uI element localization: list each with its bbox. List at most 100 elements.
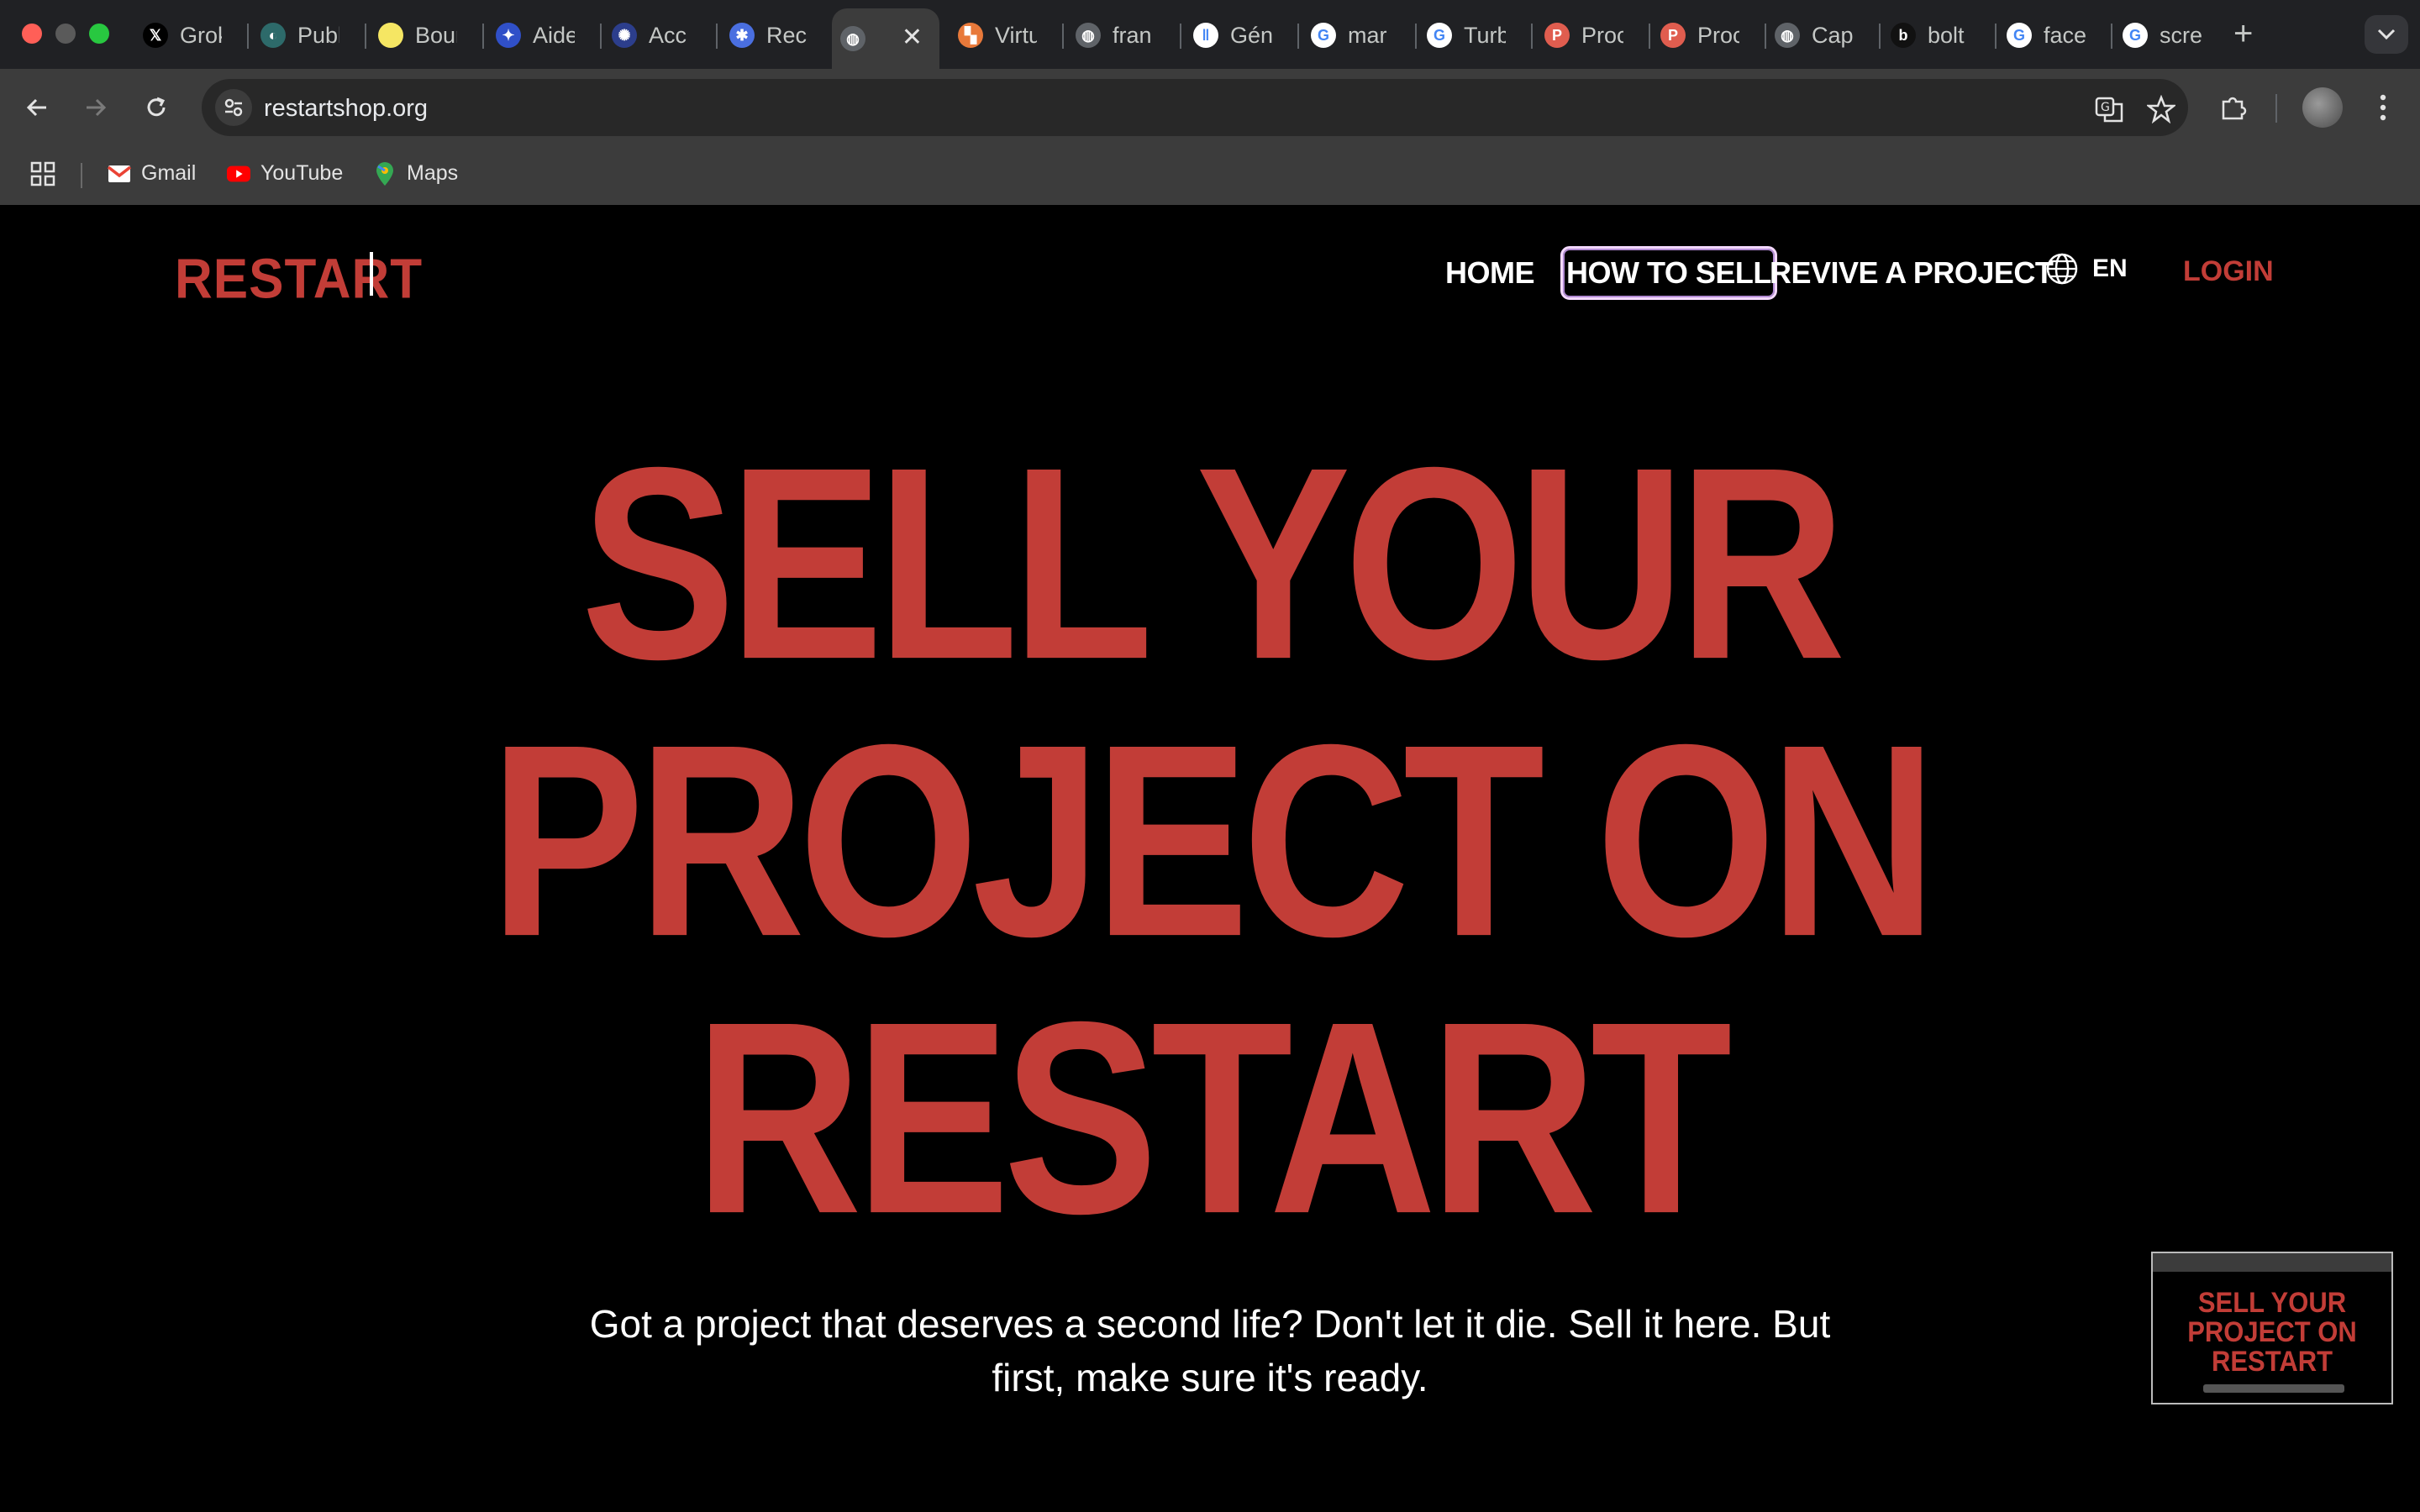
acc-icon: ✺ [612, 23, 637, 48]
back-arrow-icon [26, 98, 46, 117]
maps-icon [373, 161, 397, 186]
minimize-window-button[interactable] [55, 24, 76, 44]
tab-title: Rec [766, 22, 808, 48]
kebab-menu-icon [2380, 94, 2386, 121]
tab-title: Grok [180, 22, 222, 48]
browser-tab[interactable]: Boun [370, 12, 479, 59]
apps-grid-icon [30, 161, 55, 186]
globe-icon [2046, 253, 2078, 285]
tab-title: scre [2160, 22, 2202, 48]
browser-tab[interactable]: Gscre [2114, 12, 2223, 59]
translate-icon[interactable]: G [2092, 92, 2126, 126]
puzzle-icon [2222, 97, 2247, 120]
browser-tab[interactable]: ◐ Publ [252, 12, 361, 59]
p-icon: P [1660, 23, 1686, 48]
chevron-down-icon [2377, 29, 2396, 40]
bookmarks-bar: Gmail YouTube Maps [0, 146, 2420, 205]
maximize-window-button[interactable] [89, 24, 109, 44]
browser-tab[interactable]: ◍ Cap [1766, 12, 1876, 59]
browser-tab[interactable]: G Turb [1418, 12, 1528, 59]
tab-separator [1649, 24, 1650, 49]
thumbnail-browser-bar [2153, 1253, 2391, 1272]
browser-tab[interactable]: ◍ fran [1067, 12, 1176, 59]
nav-how-to-sell[interactable]: HOW TO SELL [1560, 246, 1777, 300]
browser-tab[interactable]: Gmar [1302, 12, 1412, 59]
tab-title: Virtu [995, 22, 1037, 48]
browser-tab[interactable]: ✱ Rec [721, 12, 823, 59]
google-icon: G [2123, 23, 2148, 48]
tab-title: Boun [415, 22, 457, 48]
publ-icon: ◐ [260, 23, 286, 48]
browser-tab[interactable]: ✺ Acc [603, 12, 713, 59]
extensions-button[interactable] [2213, 87, 2254, 128]
globe-icon: ◍ [1775, 23, 1800, 48]
tab-separator [1531, 24, 1533, 49]
tab-separator [1297, 24, 1299, 49]
browser-tab[interactable]: ▚ Virtu [950, 12, 1059, 59]
browser-toolbar: restartshop.org G [0, 69, 2420, 146]
tab-separator [600, 24, 602, 49]
tab-title: Acc [649, 22, 687, 48]
thumbnail-line: PROJECT ON [2187, 1315, 2357, 1348]
hero-subtitle: Got a project that deserves a second lif… [589, 1302, 1831, 1399]
bookmark-label: YouTube [260, 161, 344, 185]
browser-tab[interactable]: P Proc [1536, 12, 1645, 59]
reload-button[interactable] [136, 87, 176, 128]
bookmark-label: Maps [407, 161, 459, 185]
tab-title: Publ [297, 22, 339, 48]
page-content: RESTART HOME HOW TO SELL REVIVE A PROJEC… [0, 205, 2420, 1512]
bookmark-gmail[interactable]: Gmail [108, 161, 196, 186]
tab-separator [1879, 24, 1881, 49]
language-code: EN [2092, 255, 2128, 282]
close-window-button[interactable] [22, 24, 42, 44]
apps-grid-button[interactable] [30, 161, 55, 186]
toolbar-divider [2275, 94, 2277, 123]
browser-tab[interactable]: ◍ ✕ [832, 8, 939, 69]
x-icon: 𝕏 [143, 23, 168, 48]
tab-separator [1415, 24, 1417, 49]
tab-separator [2111, 24, 2112, 49]
gmail-icon [108, 162, 131, 186]
close-tab-icon[interactable]: ✕ [902, 25, 923, 50]
back-button[interactable] [17, 87, 57, 128]
address-bar[interactable]: restartshop.org G [202, 79, 2188, 136]
tab-search-button[interactable] [2365, 15, 2408, 54]
nav-home[interactable]: HOME [1445, 255, 1535, 291]
youtube-icon [227, 162, 250, 186]
thumbnail-subtitle [2203, 1384, 2344, 1393]
tab-title: Cap [1812, 22, 1854, 48]
browser-tab[interactable]: ✦ Aide [487, 12, 597, 59]
bookmark-maps[interactable]: Maps [373, 161, 458, 186]
site-settings-icon[interactable] [215, 89, 252, 126]
language-selector[interactable]: EN [2045, 252, 2128, 286]
browser-tab[interactable]: b bolt [1882, 12, 1991, 59]
virtu-icon: ▚ [958, 23, 983, 48]
bookmark-star-icon[interactable] [2144, 92, 2178, 126]
tab-separator [247, 24, 249, 49]
thumbnail-line: SELL YOUR [2197, 1286, 2347, 1319]
rec-icon: ✱ [729, 23, 755, 48]
login-link[interactable]: LOGIN [2183, 255, 2274, 288]
tab-title: bolt [1928, 22, 1965, 48]
globe-icon: ◍ [840, 26, 865, 51]
tab-title: fran [1113, 22, 1152, 48]
browser-tab[interactable]: 𝕏 Grok [134, 12, 244, 59]
browser-menu-button[interactable] [2363, 87, 2403, 128]
forward-button[interactable] [76, 87, 116, 128]
nav-revive-a-project[interactable]: REVIVE A PROJECT [1770, 255, 2054, 291]
new-tab-button[interactable]: + [2233, 17, 2253, 50]
tab-title: Gén [1230, 22, 1272, 48]
browser-tab[interactable]: P Proc [1652, 12, 1761, 59]
tab-title: Turb [1464, 22, 1506, 48]
tab-separator [482, 24, 484, 49]
url-text[interactable]: restartshop.org [264, 95, 428, 123]
browser-tab[interactable]: ‖ Gén [1185, 12, 1294, 59]
screenshot-thumbnail-preview[interactable]: SELL YOUR PROJECT ON RESTART [2151, 1252, 2393, 1404]
browser-tab[interactable]: Gface [1998, 12, 2107, 59]
pause-icon: ‖ [1193, 23, 1218, 48]
profile-avatar[interactable] [2302, 87, 2343, 128]
bookmark-youtube[interactable]: YouTube [227, 161, 343, 186]
site-logo[interactable]: RESTART [175, 247, 423, 312]
google-icon: G [1311, 23, 1336, 48]
tab-title: mar [1348, 22, 1387, 48]
